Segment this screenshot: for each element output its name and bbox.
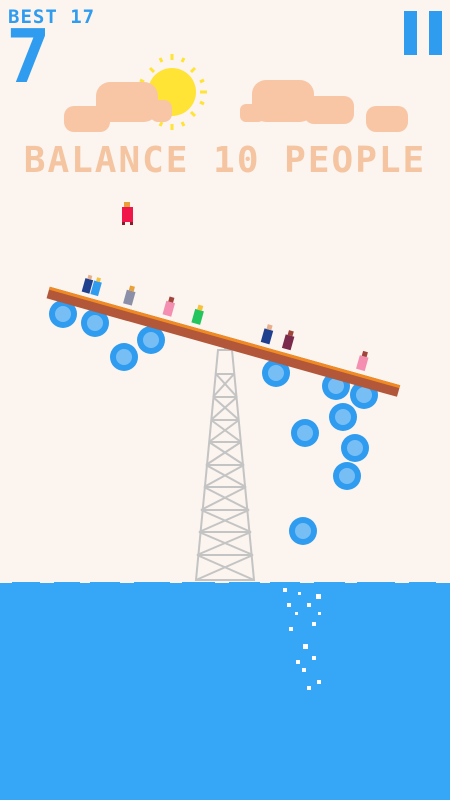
balloon-icon [110, 343, 138, 371]
game-scene[interactable] [0, 0, 450, 800]
cloud-icon [64, 82, 172, 132]
balloon-icon [291, 419, 319, 447]
person [123, 285, 136, 306]
balloon-icon [333, 462, 361, 490]
tower-icon [194, 340, 256, 581]
balloon-icon [289, 517, 317, 545]
person [356, 350, 369, 372]
balloon-icon [329, 403, 357, 431]
falling-person [122, 202, 133, 225]
person [260, 324, 274, 345]
person [90, 277, 102, 297]
person [281, 330, 295, 351]
person [191, 304, 204, 325]
balloon-icon [341, 434, 369, 462]
water [0, 580, 450, 800]
cloud-icon-right [240, 80, 408, 132]
person [162, 296, 175, 317]
